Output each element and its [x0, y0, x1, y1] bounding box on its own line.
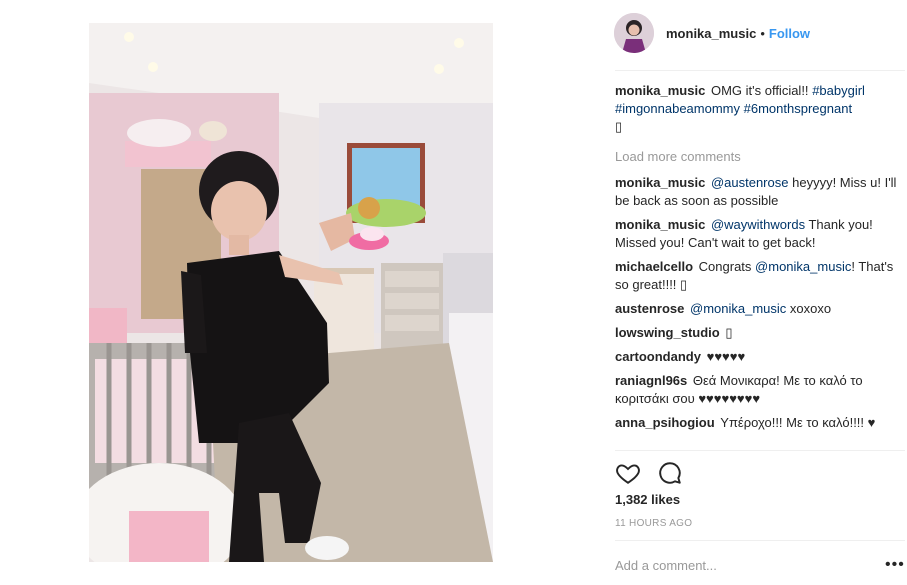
hashtag-link[interactable]: #imgonnabeamommy	[615, 101, 740, 116]
post-header: monika_music • Follow	[603, 10, 903, 56]
heart-icon	[616, 464, 640, 484]
header-divider	[615, 70, 905, 71]
avatar-image	[614, 13, 654, 53]
comment-item: anna_psihogiou Υπέροχο!!! Με το καλό!!!!…	[615, 414, 897, 432]
comment-item: cartoondandy ♥♥♥♥♥	[615, 348, 897, 366]
more-options-icon[interactable]: •••	[885, 556, 905, 574]
header-username[interactable]: monika_music	[666, 26, 756, 41]
post-image[interactable]	[89, 23, 493, 562]
likes-count[interactable]: 1,382 likes	[615, 492, 680, 507]
comment-text: ▯	[725, 325, 733, 340]
comment-item: michaelcello Congrats @monika_music! Tha…	[615, 258, 897, 294]
comment-icon[interactable]	[657, 460, 683, 486]
comment-text: Υπέροχο!!! Με το καλό!!!! ♥	[720, 415, 876, 430]
comment-username[interactable]: michaelcello	[615, 259, 693, 274]
comment-username[interactable]: monika_music	[615, 217, 705, 232]
comment-username[interactable]: lowswing_studio	[615, 325, 720, 340]
mention-link[interactable]: @monika_music	[690, 301, 786, 316]
comment-item: lowswing_studio ▯	[615, 324, 897, 342]
mention-link[interactable]: @austenrose	[711, 175, 789, 190]
comment-divider	[615, 540, 905, 541]
caption-username[interactable]: monika_music	[615, 83, 705, 98]
comment-username[interactable]: raniagnl96s	[615, 373, 687, 388]
actions-divider	[615, 450, 905, 451]
comment-text: Congrats	[698, 259, 752, 274]
comment-item: monika_music @austenrose heyyyy! Miss u!…	[615, 174, 897, 210]
post-side-panel: monika_music • Follow monika_music OMG i…	[603, 0, 907, 585]
caption: monika_music OMG it's official!! #babygi…	[615, 82, 897, 136]
comment-text: xoxoxo	[789, 301, 832, 316]
like-icon[interactable]	[615, 460, 641, 486]
avatar[interactable]	[614, 13, 654, 53]
follow-button[interactable]: Follow	[769, 26, 810, 41]
post-actions	[615, 460, 715, 486]
comment-item: raniagnl96s Θεά Μονικαρα! Με το καλό το …	[615, 372, 897, 408]
mention-link[interactable]: @monika_music	[755, 259, 851, 274]
comment-username[interactable]: cartoondandy	[615, 349, 701, 364]
header-separator: •	[760, 25, 765, 41]
comment-text: ♥♥♥♥♥	[706, 349, 746, 364]
caption-emoji: ▯	[615, 119, 623, 134]
caption-text: OMG it's official!!	[710, 83, 809, 98]
post-photo-illustration	[89, 23, 493, 562]
hashtag-link[interactable]: #6monthspregnant	[744, 101, 852, 116]
comment-username[interactable]: monika_music	[615, 175, 705, 190]
timestamp[interactable]: 11 HOURS AGO	[615, 518, 692, 529]
comments-list: monika_music OMG it's official!! #babygi…	[615, 82, 897, 438]
comment-username[interactable]: austenrose	[615, 301, 684, 316]
speech-bubble-icon	[659, 462, 681, 484]
add-comment-input[interactable]: Add a comment...	[615, 558, 717, 573]
comment-item: monika_music @waywithwords Thank you! Mi…	[615, 216, 897, 252]
comment-username[interactable]: anna_psihogiou	[615, 415, 715, 430]
mention-link[interactable]: @waywithwords	[711, 217, 805, 232]
comment-item: austenrose @monika_music xoxoxo	[615, 300, 897, 318]
hashtag-link[interactable]: #babygirl	[812, 83, 865, 98]
load-more-comments-button[interactable]: Load more comments	[615, 148, 897, 166]
